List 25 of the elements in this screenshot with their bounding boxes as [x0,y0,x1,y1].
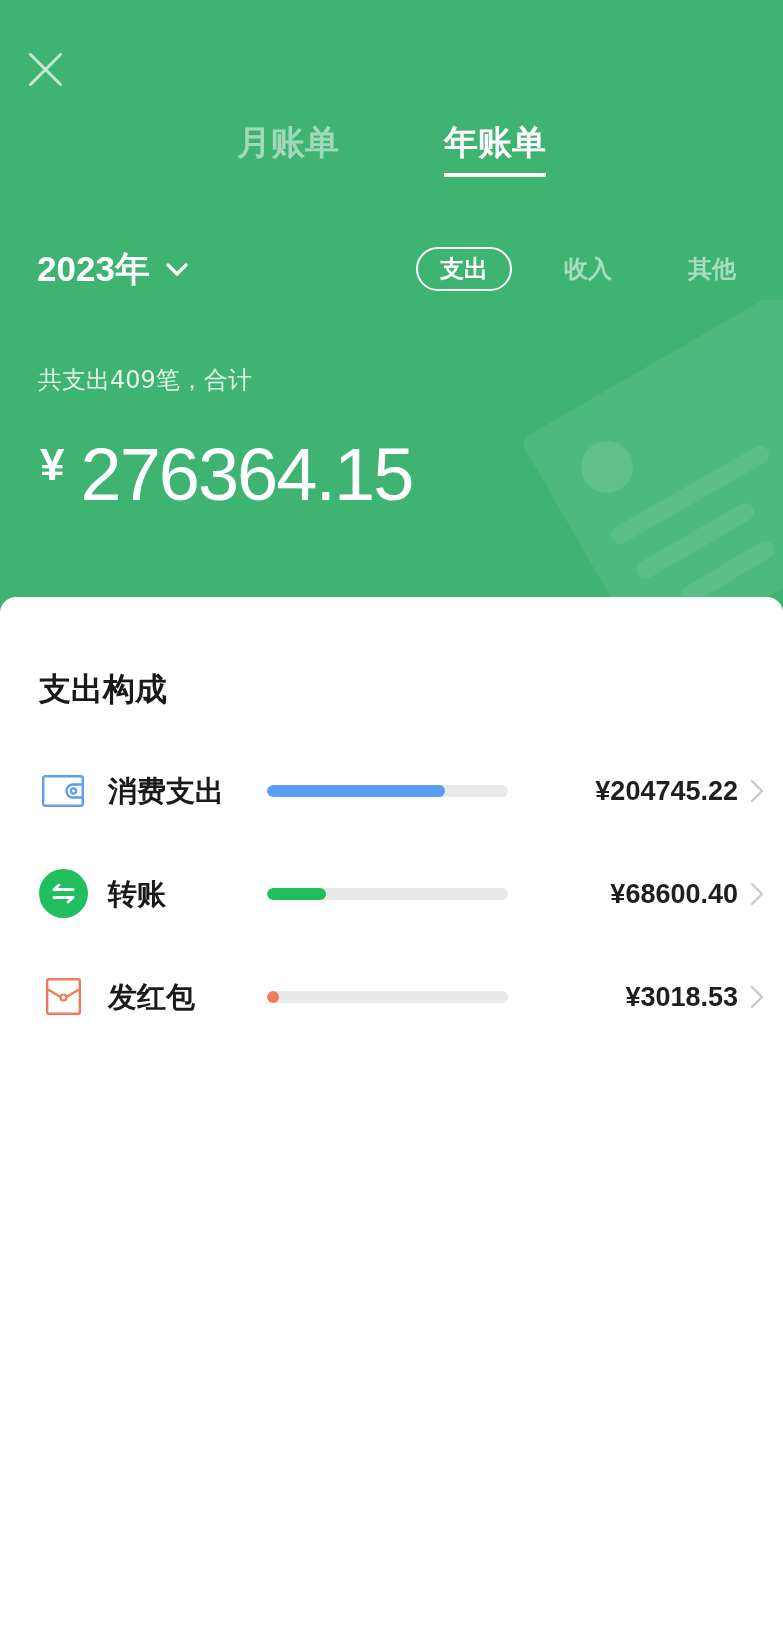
close-icon [29,53,62,86]
close-button[interactable] [29,53,62,86]
currency-symbol: ¥ [40,443,65,487]
tab[interactable]: 月账单 [237,122,339,177]
category-amount: ¥204745.22 [595,774,738,808]
wallet-icon [42,774,84,807]
tab[interactable]: 年账单 [444,122,546,177]
summary-caption: 共支出409笔，合计 [38,365,252,396]
filter-tab[interactable]: 支出 [416,247,512,291]
chevron-right-icon[interactable] [750,778,764,803]
category-amount: ¥68600.40 [610,877,738,911]
year-picker[interactable]: 2023年 [37,248,188,290]
envelope-icon [45,978,81,1015]
chevron-right-icon[interactable] [750,881,764,906]
total-amount: 276364.15 [80,438,413,512]
filter-tab[interactable]: 收入 [540,247,636,291]
section-title: 支出构成 [39,669,167,709]
category-label: 转账 [108,876,166,911]
category-label: 消费支出 [108,773,224,808]
chevron-right-icon[interactable] [750,984,764,1009]
category-label: 发红包 [108,979,195,1014]
chevron-down-icon [165,262,188,276]
category-amount: ¥3018.53 [625,980,738,1014]
filter-tab[interactable]: 其他 [664,247,760,291]
transfer-icon [38,869,88,918]
